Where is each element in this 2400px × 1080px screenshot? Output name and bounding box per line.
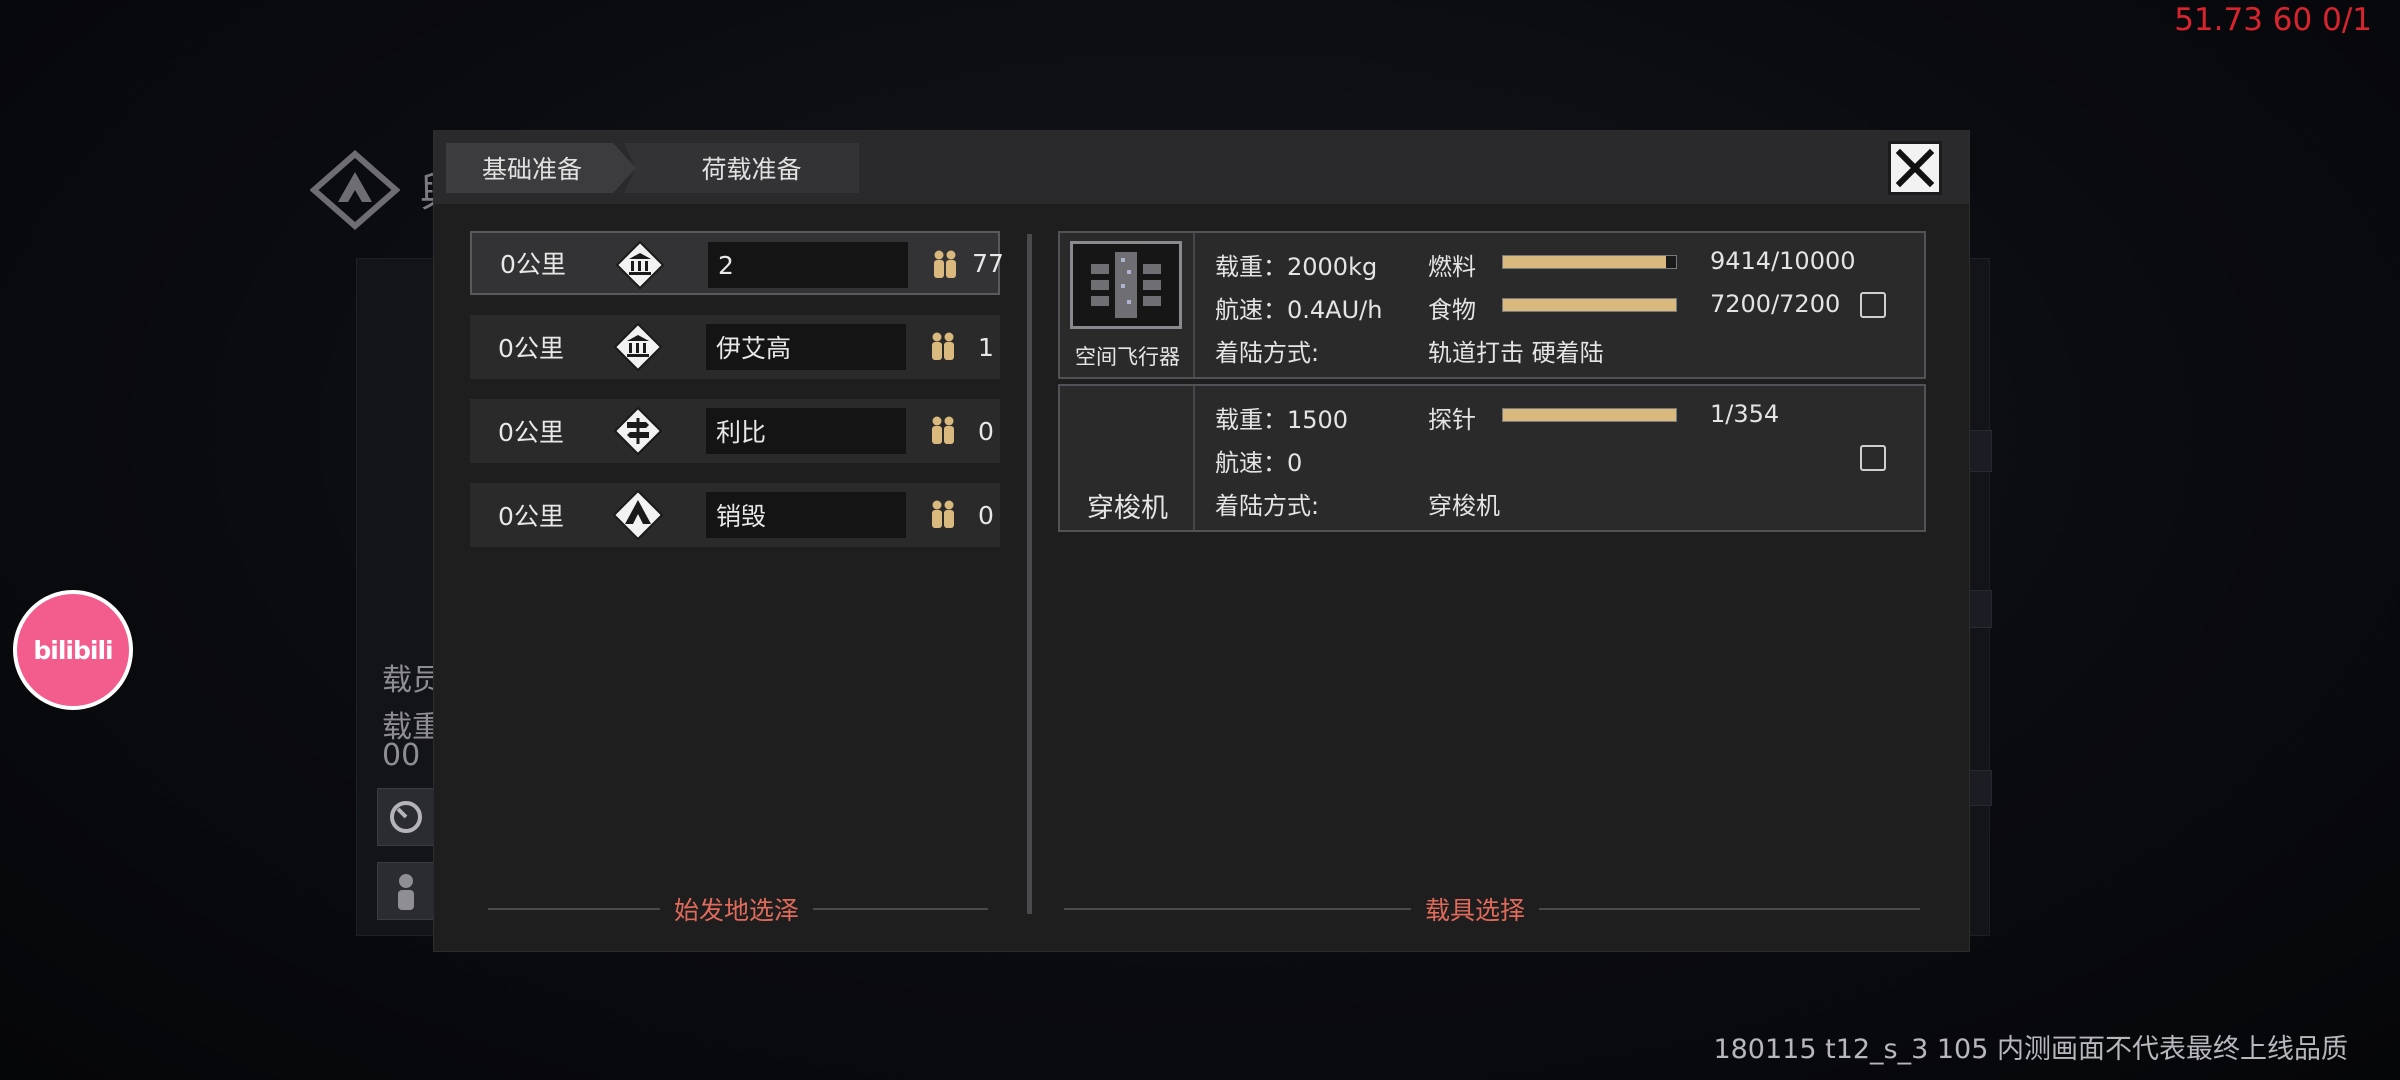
population-icon bbox=[934, 250, 956, 278]
food-bar bbox=[1502, 298, 1677, 312]
tab-basic-preparation[interactable]: 基础准备 bbox=[446, 143, 636, 193]
origin-row[interactable]: 0公里 利比 0 bbox=[470, 399, 1000, 463]
tab-label: 荷载准备 bbox=[701, 155, 802, 184]
gauge-icon bbox=[390, 801, 422, 833]
vehicle-thumbnail: 穿梭机 bbox=[1060, 386, 1195, 530]
vehicle-card-spacecraft[interactable]: 空间飞行器 载重：2000kg 航速：0.4AU/h 着陆方式: 燃料 9414… bbox=[1058, 231, 1926, 379]
origin-section-label: 始发地选泽 bbox=[660, 891, 814, 927]
origin-row[interactable]: 0公里 2 77 bbox=[470, 231, 1004, 295]
background-load-value: 00 bbox=[382, 738, 421, 773]
launch-preparation-dialog: 荷载准备 基础准备 0公里 2 77 0公里 伊艾高 1 0公里 利比 0 0公里 销毁 0 始发地选… bbox=[433, 130, 1970, 952]
vehicle-card-shuttle[interactable]: 穿梭机 载重：1500 航速：0 着陆方式: 探针 1/354 穿梭机 bbox=[1058, 384, 1926, 532]
city-diamond-icon bbox=[613, 322, 663, 372]
origin-distance: 0公里 bbox=[500, 250, 566, 279]
vehicle-thumbnail: 空间飞行器 bbox=[1060, 233, 1195, 377]
bilibili-logo-text: bilibili bbox=[33, 635, 113, 665]
background-app-logo-icon bbox=[310, 150, 400, 230]
close-x-icon bbox=[1895, 148, 1935, 188]
origin-row[interactable]: 0公里 销毁 0 bbox=[470, 483, 1000, 547]
fuel-label: 燃料 bbox=[1428, 253, 1476, 281]
origin-distance: 0公里 bbox=[498, 502, 564, 531]
vehicle-landing-label: 着陆方式: bbox=[1215, 492, 1320, 520]
origin-name-field[interactable]: 伊艾高 bbox=[706, 324, 906, 370]
fuel-value: 9414/10000 bbox=[1710, 247, 1856, 275]
close-button[interactable] bbox=[1888, 141, 1942, 195]
vehicle-speed: 航速：0.4AU/h bbox=[1215, 296, 1383, 324]
vehicle-load: 载重：2000kg bbox=[1215, 253, 1378, 281]
origin-name-field[interactable]: 2 bbox=[708, 242, 908, 288]
crew-icon bbox=[398, 874, 414, 910]
fps-counter: 51.73 60 0/1 bbox=[2174, 2, 2372, 38]
probe-value: 1/354 bbox=[1710, 400, 1780, 428]
vehicle-caption: 空间飞行器 bbox=[1075, 345, 1180, 369]
panel-divider bbox=[1027, 234, 1032, 914]
tab-label: 基础准备 bbox=[481, 155, 582, 184]
vehicle-load: 载重：1500 bbox=[1215, 406, 1349, 434]
origin-population: 77 bbox=[972, 248, 1004, 278]
probe-bar-fill bbox=[1503, 409, 1676, 421]
origin-name-field[interactable]: 销毁 bbox=[706, 492, 906, 538]
background-crew-button[interactable] bbox=[377, 862, 435, 920]
population-icon bbox=[932, 332, 954, 360]
food-label: 食物 bbox=[1428, 296, 1476, 324]
origin-row[interactable]: 0公里 伊艾高 1 bbox=[470, 315, 1000, 379]
food-bar-fill bbox=[1503, 299, 1676, 311]
origin-population: 0 bbox=[978, 500, 994, 530]
origin-population: 0 bbox=[978, 416, 994, 446]
origin-distance: 0公里 bbox=[498, 334, 564, 363]
signpost-diamond-icon bbox=[613, 406, 663, 456]
population-icon bbox=[932, 500, 954, 528]
probe-bar bbox=[1502, 408, 1677, 422]
tab-bar: 荷载准备 基础准备 bbox=[434, 131, 1969, 204]
fuel-bar bbox=[1502, 255, 1677, 269]
build-watermark: 180115 t12_s_3 105 内测画面不代表最终上线品质 bbox=[1713, 1034, 2348, 1065]
vehicle-select-checkbox[interactable] bbox=[1860, 445, 1886, 471]
origin-population: 1 bbox=[978, 332, 994, 362]
tab-load-preparation[interactable]: 荷载准备 bbox=[624, 143, 859, 193]
origin-distance: 0公里 bbox=[498, 418, 564, 447]
spacecraft-image bbox=[1070, 241, 1182, 329]
food-value: 7200/7200 bbox=[1710, 290, 1841, 318]
bilibili-logo[interactable]: bilibili bbox=[13, 590, 133, 710]
vehicle-landing-label: 着陆方式: bbox=[1215, 339, 1320, 367]
tent-diamond-icon bbox=[613, 490, 663, 540]
origin-name-field[interactable]: 利比 bbox=[706, 408, 906, 454]
background-gauge-button[interactable] bbox=[377, 788, 435, 846]
fuel-bar-fill bbox=[1503, 256, 1666, 268]
vehicle-landing-value: 穿梭机 bbox=[1428, 492, 1500, 520]
vehicle-speed: 航速：0 bbox=[1215, 449, 1303, 477]
probe-label: 探针 bbox=[1428, 406, 1476, 434]
population-icon bbox=[932, 416, 954, 444]
vehicle-caption: 穿梭机 bbox=[1087, 493, 1168, 524]
city-diamond-icon bbox=[615, 240, 665, 290]
vehicle-select-checkbox[interactable] bbox=[1860, 292, 1886, 318]
vehicle-landing-value: 轨道打击 硬着陆 bbox=[1428, 339, 1604, 367]
vehicle-section-label: 载具选择 bbox=[1411, 891, 1540, 927]
